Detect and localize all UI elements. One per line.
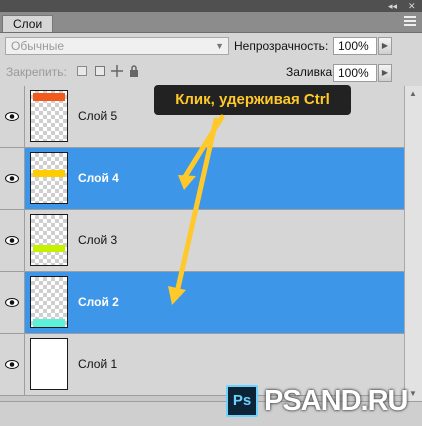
lock-all-icon[interactable] [129,65,139,77]
thumbnail-stripe [33,245,65,252]
opacity-slider-button[interactable]: ▶ [378,37,392,55]
layer-name: Слой 2 [78,295,119,309]
watermark: Ps PSAND.RU [226,381,408,421]
lock-fill-row: Закрепить: Заливка: 100% ▶ [0,61,422,85]
layer-thumbnail [30,276,68,328]
watermark-badge: Ps [226,385,258,417]
blend-mode-select[interactable]: Обычные ▼ [5,37,229,55]
thumbnail-stripe [33,170,65,177]
panel-top-strip: ◂◂ ✕ [0,0,422,12]
layer-thumbnail [30,152,68,204]
thumbnail-stripe [33,93,65,101]
eye-icon [5,360,19,369]
opacity-label: Непрозрачность: [234,39,329,53]
layers-list: Слой 5 Слой 4 Слой 3 Слой 2 Слой 1 [0,86,404,401]
layer-row[interactable]: Слой 4 [0,148,404,210]
scroll-up-icon[interactable]: ▲ [409,89,417,98]
layer-thumbnail [30,338,68,390]
scroll-down-icon[interactable]: ▼ [409,389,417,398]
layer-name: Слой 3 [78,233,118,247]
eye-icon [5,236,19,245]
fill-label: Заливка: [286,65,336,79]
visibility-toggle[interactable] [0,86,25,147]
layer-name: Слой 5 [78,109,118,123]
layers-panel: ◂◂ ✕ Слои Обычные ▼ Непрозрачность: 100%… [0,0,422,426]
lock-position-icon[interactable] [111,65,123,77]
eye-icon [5,112,19,121]
visibility-toggle[interactable] [0,272,25,333]
layer-name: Слой 4 [78,171,119,185]
watermark-site: PSAND.RU [264,384,408,417]
layers-scrollbar[interactable]: ▲ ▼ [404,86,422,401]
eye-icon [5,298,19,307]
visibility-toggle[interactable] [0,334,25,395]
collapse-icon[interactable]: ◂◂ [388,1,397,11]
fill-slider-button[interactable]: ▶ [378,64,392,82]
panel-menu-icon[interactable] [404,16,416,26]
layer-row[interactable]: Слой 3 [0,210,404,272]
lock-label: Закрепить: [6,65,67,79]
blend-mode-value: Обычные [11,39,65,53]
panel-tab-bar: Слои [0,12,422,33]
chevron-down-icon: ▼ [215,41,224,51]
layer-row[interactable]: Слой 2 [0,272,404,334]
blend-opacity-row: Обычные ▼ Непрозрачность: 100% ▶ [0,33,422,59]
annotation-callout: Клик, удерживая Ctrl [154,85,351,115]
opacity-input[interactable]: 100% [333,37,377,55]
layer-name: Слой 1 [78,357,118,371]
fill-input[interactable]: 100% [333,64,377,82]
thumbnail-stripe [33,319,65,327]
layer-thumbnail [30,90,68,142]
visibility-toggle[interactable] [0,148,25,209]
lock-image-icon[interactable] [95,66,105,76]
lock-transparent-icon[interactable] [77,66,87,76]
tab-layers[interactable]: Слои [2,15,54,32]
layer-thumbnail [30,214,68,266]
eye-icon [5,174,19,183]
visibility-toggle[interactable] [0,210,25,271]
close-icon[interactable]: ✕ [408,1,416,11]
